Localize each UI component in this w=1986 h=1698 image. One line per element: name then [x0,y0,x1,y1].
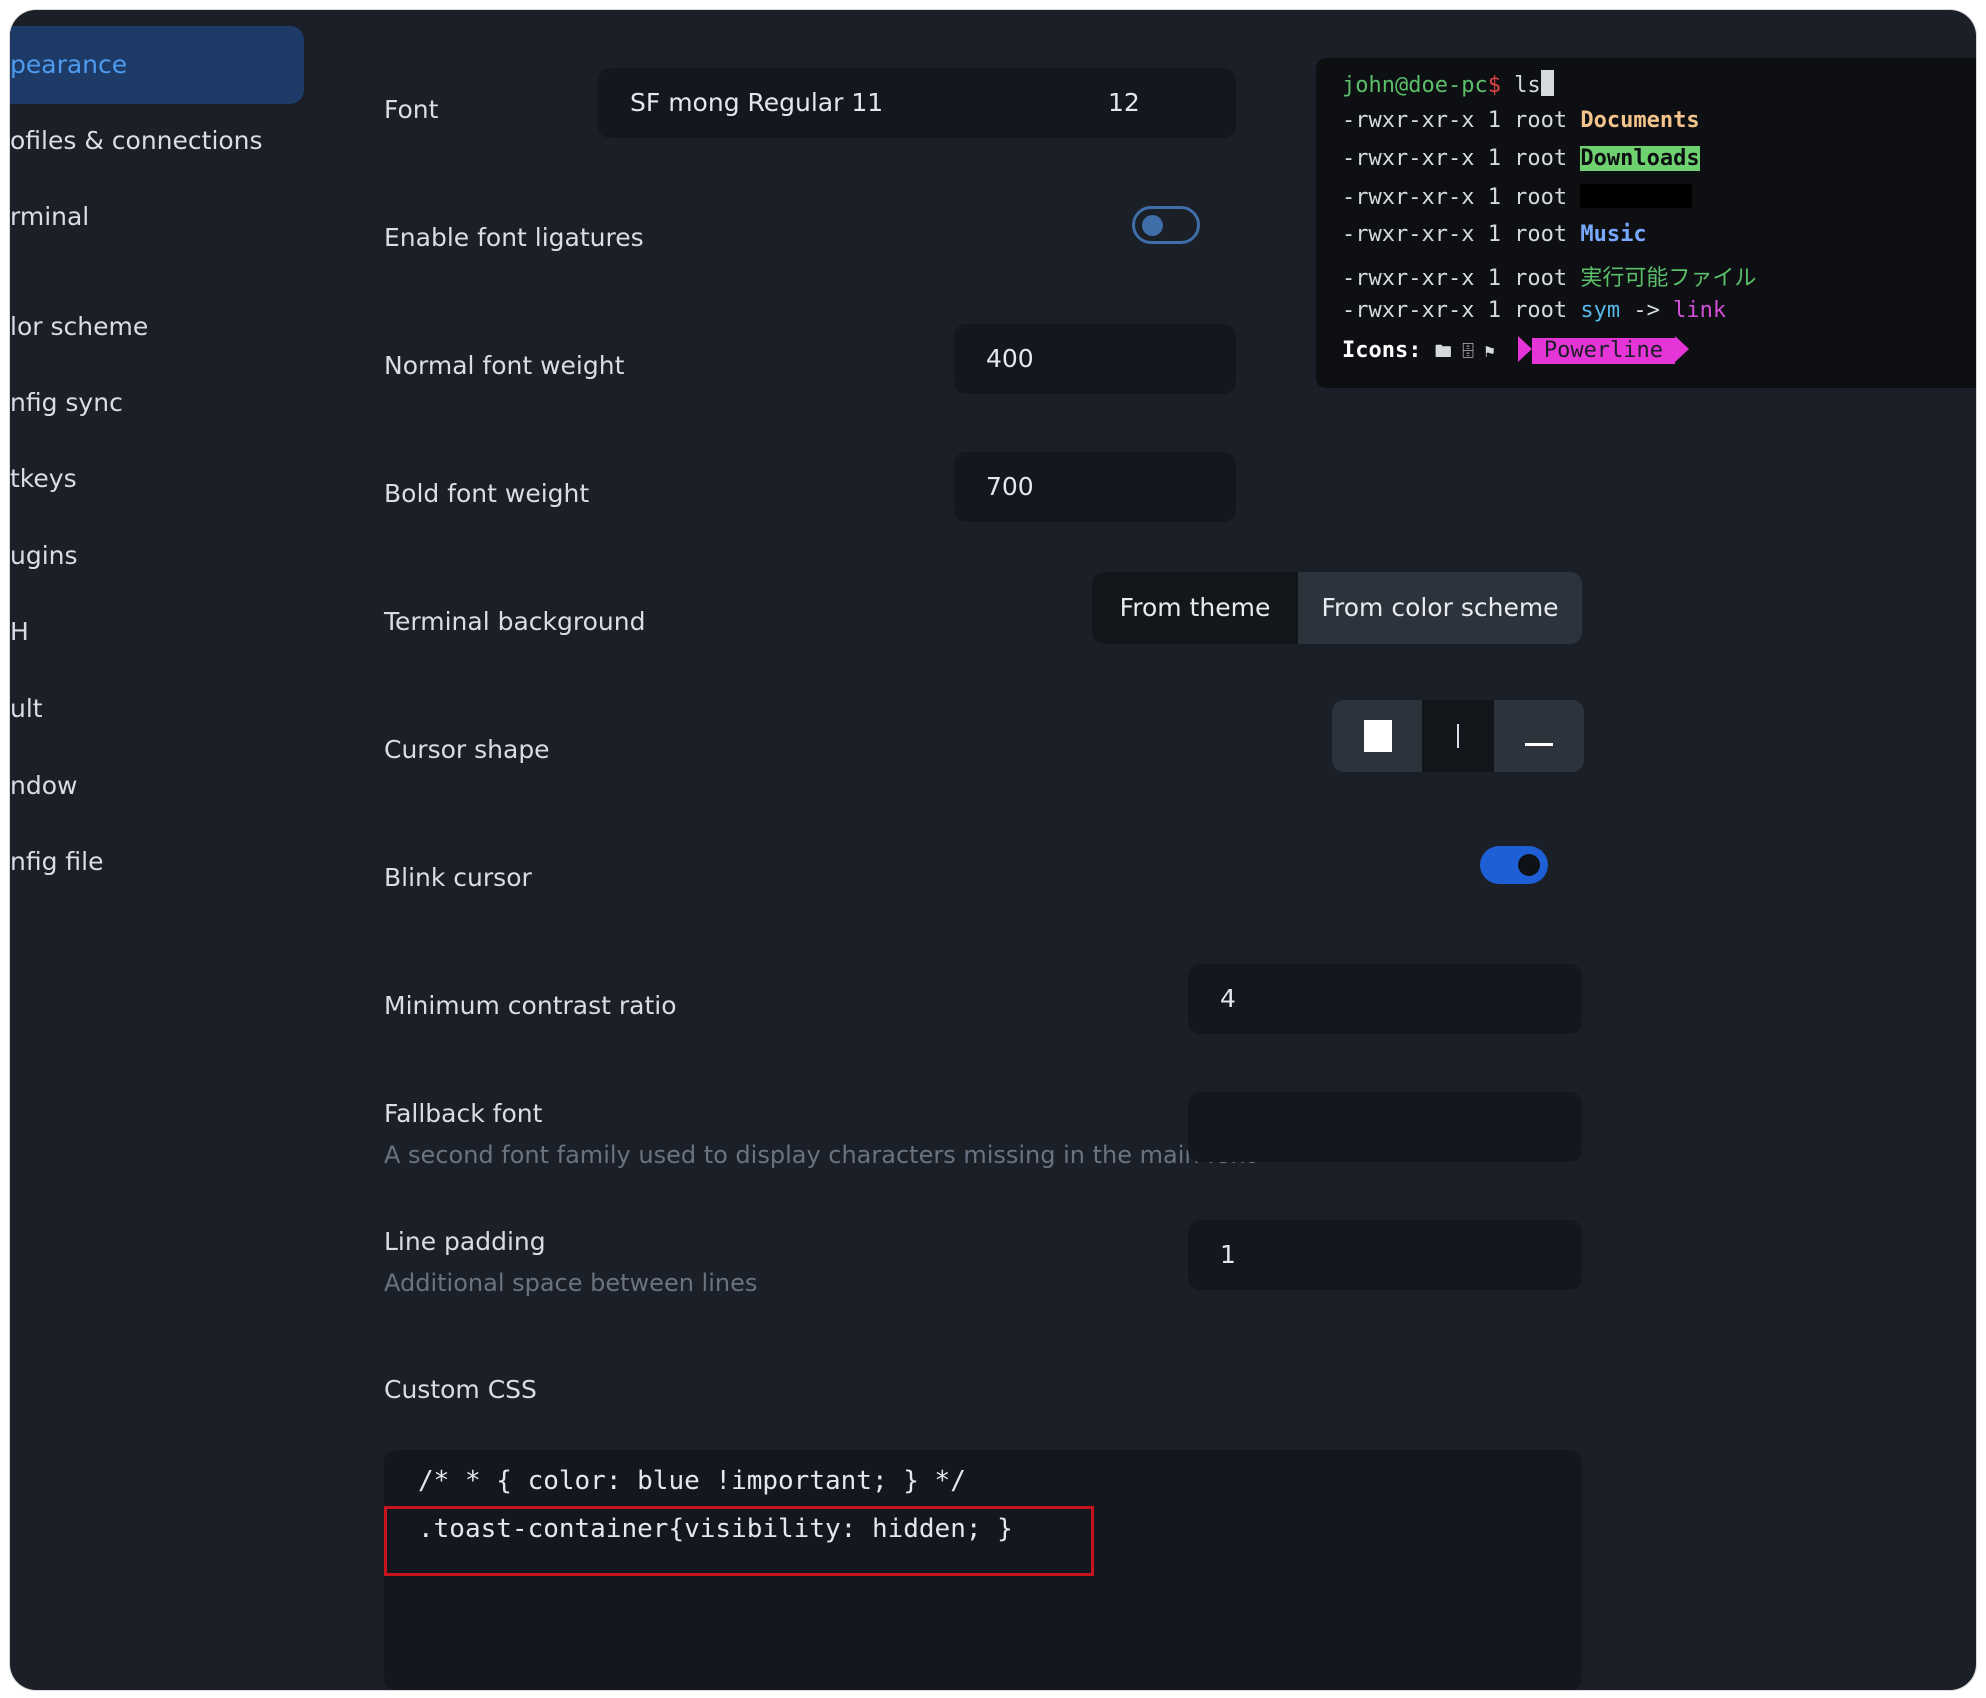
sidebar-item-plugins[interactable]: ugins [10,517,304,595]
ls-row: -rwxr-xr-x 1 root 実行可能ファイル [1342,260,1756,292]
font-label: Font [384,95,439,124]
sidebar-item-label: tkeys [10,464,77,493]
from-theme-option[interactable]: From theme [1092,572,1298,644]
sidebar-item-label: rminal [10,202,90,231]
ls-entry-hidden [1580,184,1693,208]
line-padding-label: Line padding [384,1227,546,1256]
sidebar: pearance ofiles & connections rminal lor… [10,10,315,1690]
fallback-font-description: A second font family used to display cha… [384,1141,1255,1169]
ls-link-target: link [1673,298,1727,323]
icons-glyphs: 🖿 🗄 ⚑ [1434,342,1495,362]
prompt-user: john@doe-pc [1342,73,1488,98]
blink-cursor-label: Blink cursor [384,863,532,892]
font-size: 12 [1108,88,1140,117]
from-color-scheme-option[interactable]: From color scheme [1298,572,1582,644]
blink-cursor-toggle[interactable] [1480,846,1548,884]
ls-arrow: -> [1633,298,1660,323]
sidebar-item-profiles[interactable]: ofiles & connections [10,102,304,180]
custom-css-editor[interactable]: /* * { color: blue !important; } */ .toa… [384,1450,1582,1690]
block-cursor-icon [1364,720,1392,752]
cursor-shape-label: Cursor shape [384,735,550,764]
prompt-command: ls [1514,73,1541,98]
powerline-segment: Powerline [1517,336,1690,364]
ls-perm: -rwxr-xr-x 1 root [1342,185,1568,210]
css-line: .toast-container{visibility: hidden; } [418,1514,1013,1544]
ls-row: -rwxr-xr-x 1 root sym -> link [1342,298,1726,323]
font-name: SF mong Regular 11 [630,88,884,117]
terminal-background-label: Terminal background [384,607,646,636]
powerline-text: Powerline [1531,338,1676,364]
ls-perm: -rwxr-xr-x 1 root [1342,298,1568,323]
powerline-left-arrow [1517,336,1532,362]
min-contrast-label: Minimum contrast ratio [384,991,677,1020]
toggle-knob [1518,854,1540,876]
ls-perm: -rwxr-xr-x 1 root [1342,108,1568,133]
terminal-background-selector: From theme From color scheme [1092,572,1582,644]
css-line: /* * { color: blue !important; } */ [418,1466,966,1496]
prompt-symbol: $ [1487,73,1501,98]
beam-cursor-icon [1457,724,1459,748]
sidebar-item-label: ult [10,694,43,723]
powerline-right-arrow [1675,336,1690,362]
normal-weight-input[interactable]: 400 [954,324,1236,394]
min-contrast-input[interactable]: 4 [1188,964,1582,1034]
cursor-underline-option[interactable] [1494,700,1584,772]
normal-weight-label: Normal font weight [384,351,625,380]
sidebar-item-label: H [10,617,29,646]
cursor-shape-selector [1332,700,1584,772]
line-padding-input[interactable]: 1 [1188,1220,1582,1290]
fallback-font-label: Fallback font [384,1099,543,1128]
sidebar-item-label: ndow [10,771,78,800]
fallback-font-input[interactable] [1188,1092,1582,1162]
sidebar-item-label: ofiles & connections [10,126,263,155]
sidebar-item-color-scheme[interactable]: lor scheme [10,288,304,366]
ls-entry: Downloads [1580,146,1700,171]
font-field[interactable]: SF mong Regular 11 12 [598,68,1236,138]
sidebar-item-config-file[interactable]: nfig file [10,823,304,901]
sidebar-item-vault[interactable]: ult [10,670,304,748]
cursor-beam-option[interactable] [1422,700,1494,772]
bold-weight-label: Bold font weight [384,479,590,508]
sidebar-item-label: ugins [10,541,78,570]
sidebar-item-config-sync[interactable]: nfig sync [10,364,304,442]
ligatures-toggle[interactable] [1132,206,1200,244]
toggle-knob [1142,215,1163,236]
terminal-cursor [1540,70,1554,96]
sidebar-item-hotkeys[interactable]: tkeys [10,440,304,518]
ls-symlink: sym [1580,298,1621,323]
sidebar-item-appearance[interactable]: pearance [10,26,304,104]
ls-entry: Music [1580,222,1647,247]
ligatures-label: Enable font ligatures [384,223,644,252]
icons-label: Icons: [1342,338,1422,363]
sidebar-item-label: nfig file [10,847,104,876]
ls-entry: 実行可能ファイル [1580,266,1757,291]
ls-perm: -rwxr-xr-x 1 root [1342,266,1568,291]
sidebar-item-terminal[interactable]: rminal [10,178,304,256]
ls-row: -rwxr-xr-x 1 root [1342,184,1693,210]
underline-cursor-icon [1525,743,1553,746]
line-padding-description: Additional space between lines [384,1269,758,1297]
terminal-preview: john@doe-pc$ ls -rwxr-xr-x 1 root Docume… [1316,58,1976,388]
ls-entry: Documents [1580,108,1700,133]
sidebar-item-window[interactable]: ndow [10,747,304,825]
ls-row: -rwxr-xr-x 1 root Downloads [1342,146,1700,171]
sidebar-item-label: lor scheme [10,312,149,341]
ls-row: -rwxr-xr-x 1 root Music [1342,222,1647,247]
ls-perm: -rwxr-xr-x 1 root [1342,146,1568,171]
ls-perm: -rwxr-xr-x 1 root [1342,222,1568,247]
sidebar-item-ssh[interactable]: H [10,593,304,671]
custom-css-label: Custom CSS [384,1375,537,1404]
bold-weight-input[interactable]: 700 [954,452,1236,522]
ls-row: -rwxr-xr-x 1 root Documents [1342,108,1700,133]
prompt-line: john@doe-pc$ ls [1342,70,1554,98]
sidebar-item-label: pearance [10,50,128,79]
icons-row: Icons: 🖿 🗄 ⚑ Powerline [1342,336,1690,368]
sidebar-item-label: nfig sync [10,388,123,417]
cursor-block-option[interactable] [1332,700,1422,772]
settings-window: pearance ofiles & connections rminal lor… [10,10,1976,1690]
